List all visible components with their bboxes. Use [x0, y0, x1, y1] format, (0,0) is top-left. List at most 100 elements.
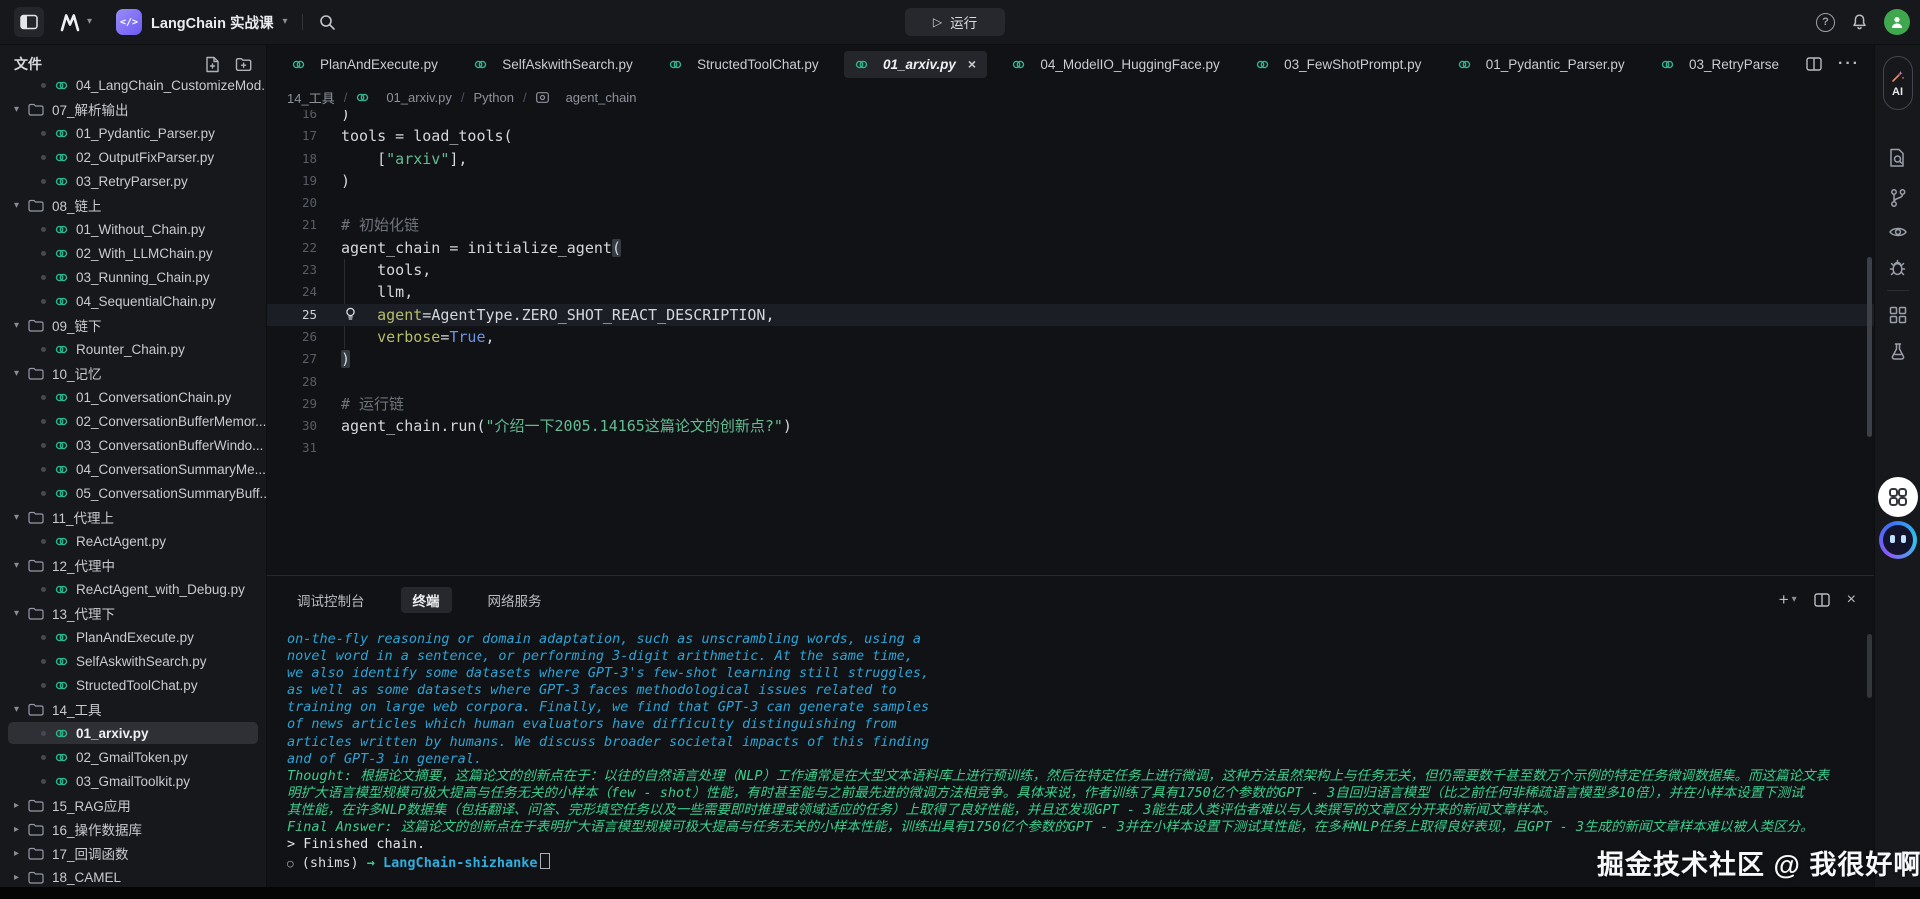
ai-assistant-button[interactable]: AI [1875, 56, 1920, 110]
chevron-down-icon[interactable]: ▾ [14, 704, 28, 715]
chevron-down-icon[interactable]: ▾ [14, 320, 28, 331]
close-icon[interactable]: × [968, 56, 976, 72]
modified-dot [41, 155, 46, 160]
notifications-button[interactable] [1851, 13, 1868, 31]
tree-item-label: 08_链上 [52, 195, 102, 215]
folder-08_链上[interactable]: ▾ 08_链上 [0, 193, 266, 217]
folder-16_操作数据库[interactable]: ▸16_操作数据库 [0, 817, 266, 841]
new-file-button[interactable] [205, 56, 220, 73]
folder-18_CAMEL[interactable]: ▸18_CAMEL [0, 865, 266, 887]
tree-item-label: 14_工具 [52, 699, 102, 719]
file-01_Without_Chain.py[interactable]: 01_Without_Chain.py [0, 217, 266, 241]
chevron-down-icon[interactable]: ▾ [14, 200, 28, 211]
folder-09_链下[interactable]: ▾09_链下 [0, 313, 266, 337]
chevron-down-icon[interactable]: ▾ [14, 512, 28, 523]
chevron-right-icon[interactable]: ▸ [14, 848, 28, 859]
terminal-tab-调试控制台[interactable]: 调试控制台 [285, 587, 377, 613]
line-number: 17 [267, 125, 317, 147]
chevron-down-icon[interactable]: ▾ [14, 104, 28, 115]
code-review-button[interactable] [1875, 224, 1920, 240]
chevron-right-icon[interactable]: ▸ [14, 824, 28, 835]
chevron-down-icon[interactable]: ▾ [14, 560, 28, 571]
fleet-logo-menu[interactable]: ▾ [58, 11, 92, 33]
file-03_RetryParser.py[interactable]: 03_RetryParser.py [0, 169, 266, 193]
file-SelfAskwithSearch.py[interactable]: SelfAskwithSearch.py [0, 649, 266, 673]
chevron-down-icon[interactable]: ▾ [14, 368, 28, 379]
folder-07_解析输出[interactable]: ▾07_解析输出 [0, 97, 266, 121]
search-files-button[interactable] [1875, 148, 1920, 168]
toggle-left-panel-button[interactable] [14, 7, 44, 37]
code-editor[interactable]: 16)17tools = load_tools(18 ["arxiv"],19)… [267, 110, 1874, 575]
tab-01_Pydantic_Parser.py[interactable]: 01_Pydantic_Parser.py [1447, 51, 1636, 78]
python-file-icon [55, 583, 68, 596]
file-01_Pydantic_Parser.py[interactable]: 01_Pydantic_Parser.py [0, 121, 266, 145]
file-04_ConversationSummaryMe...[interactable]: 04_ConversationSummaryMe... [0, 457, 266, 481]
file-05_ConversationSummaryBuff...[interactable]: 05_ConversationSummaryBuff... [0, 481, 266, 505]
code-line-18: 18 ["arxiv"], [267, 148, 1874, 170]
file-02_ConversationBufferMemor...[interactable]: 02_ConversationBufferMemor... [0, 409, 266, 433]
folder-17_回调函数[interactable]: ▸17_回调函数 [0, 841, 266, 865]
file-04_SequentialChain.py[interactable]: 04_SequentialChain.py [0, 289, 266, 313]
modified-dot [41, 635, 46, 640]
editor-scrollbar[interactable] [1867, 257, 1872, 437]
file-PlanAndExecute.py[interactable]: PlanAndExecute.py [0, 625, 266, 649]
tab-SelfAskwithSearch.py[interactable]: SelfAskwithSearch.py [463, 51, 644, 78]
terminal-tab-网络服务[interactable]: 网络服务 [476, 587, 554, 613]
tab-StructedToolChat.py[interactable]: StructedToolChat.py [658, 51, 830, 78]
file-02_OutputFixParser.py[interactable]: 02_OutputFixParser.py [0, 145, 266, 169]
juejin-widget-button[interactable] [1875, 477, 1920, 517]
python-file-icon [1458, 58, 1471, 71]
assistant-robot-button[interactable] [1875, 521, 1920, 559]
new-folder-button[interactable] [235, 57, 252, 72]
code-line-26: 26 verbose=True, [267, 326, 1874, 348]
file-03_Running_Chain.py[interactable]: 03_Running_Chain.py [0, 265, 266, 289]
file-01_arxiv.py[interactable]: 01_arxiv.py [0, 721, 266, 745]
file-ReActAgent.py[interactable]: ReActAgent.py [0, 529, 266, 553]
breadcrumb-folder[interactable]: 14_工具 [287, 88, 335, 107]
folder-12_代理中[interactable]: ▾12_代理中 [0, 553, 266, 577]
tab-PlanAndExecute.py[interactable]: PlanAndExecute.py [281, 51, 449, 78]
file-03_ConversationBufferWindo...[interactable]: 03_ConversationBufferWindo... [0, 433, 266, 457]
tab-04_ModelIO_HuggingFace.py[interactable]: 04_ModelIO_HuggingFace.py [1001, 51, 1230, 78]
help-icon[interactable]: ? [1816, 13, 1835, 32]
file-StructedToolChat.py[interactable]: StructedToolChat.py [0, 673, 266, 697]
git-button[interactable] [1875, 188, 1920, 208]
folder-10_记忆[interactable]: ▾10_记忆 [0, 361, 266, 385]
file-04_LangChain_CustomizeMod...[interactable]: 04_LangChain_CustomizeMod... [0, 73, 266, 97]
file-02_With_LLMChain.py[interactable]: 02_With_LLMChain.py [0, 241, 266, 265]
new-terminal-button[interactable]: + ▾ [1779, 590, 1797, 610]
python-file-icon [55, 775, 68, 788]
file-03_GmailToolkit.py[interactable]: 03_GmailToolkit.py [0, 769, 266, 793]
terminal-scrollbar[interactable] [1867, 634, 1872, 698]
split-editor-button[interactable] [1806, 57, 1822, 71]
more-actions-button[interactable]: ··· [1838, 55, 1860, 73]
breadcrumb-language[interactable]: Python [473, 90, 513, 105]
chevron-right-icon[interactable]: ▸ [14, 800, 28, 811]
folder-15_RAG应用[interactable]: ▸15_RAG应用 [0, 793, 266, 817]
debug-button[interactable] [1875, 258, 1920, 278]
tab-03_FewShotPrompt.py[interactable]: 03_FewShotPrompt.py [1245, 51, 1432, 78]
breadcrumb-symbol[interactable]: agent_chain [566, 90, 637, 105]
tab-03_RetryParse[interactable]: 03_RetryParse [1650, 51, 1790, 78]
chevron-right-icon[interactable]: ▸ [14, 872, 28, 883]
folder-14_工具[interactable]: ▾ 14_工具 [0, 697, 266, 721]
run-button[interactable]: ▷ 运行 [905, 8, 1005, 36]
tab-01_arxiv.py[interactable]: 01_arxiv.py× [844, 51, 987, 78]
chevron-down-icon[interactable]: ▾ [14, 608, 28, 619]
folder-13_代理下[interactable]: ▾13_代理下 [0, 601, 266, 625]
breadcrumb-file[interactable]: 01_arxiv.py [386, 90, 452, 105]
workspace-switcher[interactable]: </> LangChain 实战课 ▾ [116, 9, 287, 35]
split-terminal-button[interactable] [1814, 593, 1830, 607]
python-file-icon [55, 415, 68, 428]
tests-button[interactable] [1875, 342, 1920, 361]
file-ReActAgent_with_Debug.py[interactable]: ReActAgent_with_Debug.py [0, 577, 266, 601]
terminal-tab-终端[interactable]: 终端 [401, 587, 452, 613]
file-01_ConversationChain.py[interactable]: 01_ConversationChain.py [0, 385, 266, 409]
widgets-button[interactable] [1875, 306, 1920, 324]
user-avatar[interactable] [1884, 9, 1910, 35]
close-terminal-button[interactable]: × [1847, 591, 1856, 609]
file-02_GmailToken.py[interactable]: 02_GmailToken.py [0, 745, 266, 769]
folder-11_代理上[interactable]: ▾11_代理上 [0, 505, 266, 529]
file-Rounter_Chain.py[interactable]: Rounter_Chain.py [0, 337, 266, 361]
global-search-button[interactable] [319, 14, 336, 31]
